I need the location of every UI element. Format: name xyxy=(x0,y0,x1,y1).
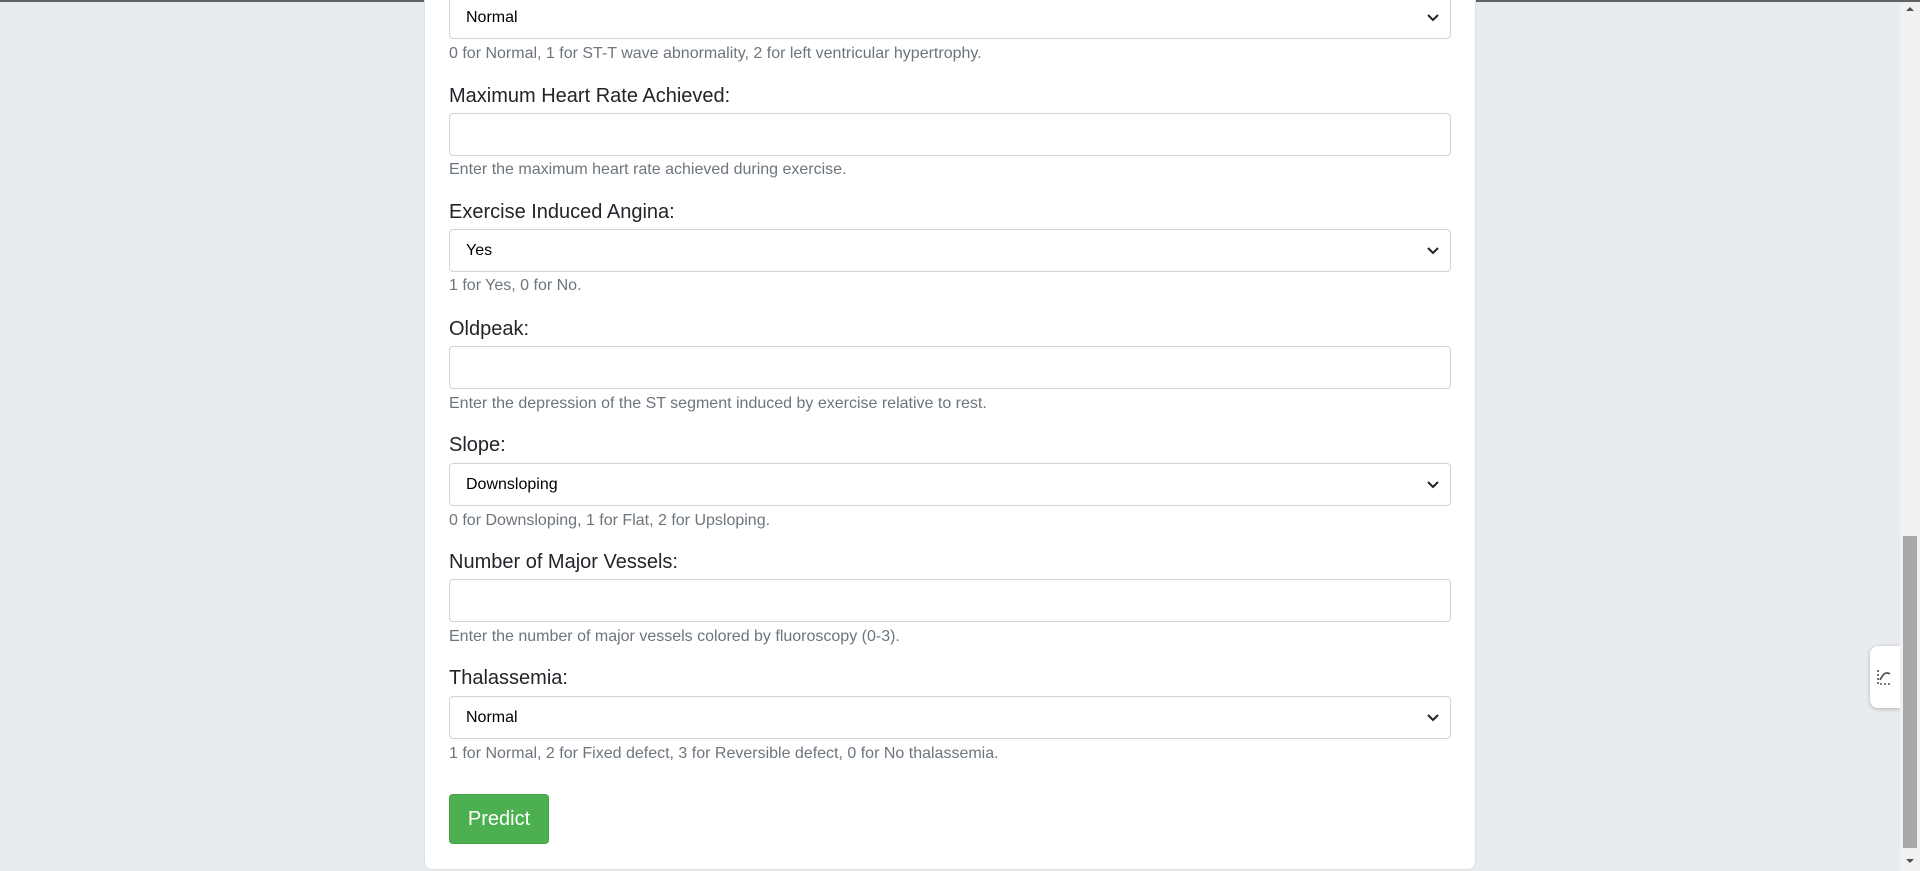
slope-label: Slope: xyxy=(449,434,506,456)
thalach-label: Maximum Heart Rate Achieved: xyxy=(449,85,731,107)
ca-help-text: Enter the number of major vessels colore… xyxy=(449,628,900,645)
exercise-angina-select[interactable]: Yes xyxy=(449,229,1451,272)
slope-select[interactable]: Downsloping xyxy=(449,463,1451,506)
major-vessels-input[interactable] xyxy=(449,579,1451,622)
slope-help-text: 0 for Downsloping, 1 for Flat, 2 for Ups… xyxy=(449,512,771,529)
restecg-selected-value: Normal xyxy=(466,9,518,26)
scrollbar-thumb[interactable] xyxy=(1903,536,1917,848)
thal-label: Thalassemia: xyxy=(449,667,568,689)
exang-selected-value: Yes xyxy=(466,242,493,259)
chevron-down-icon xyxy=(1427,14,1439,22)
oldpeak-help-text: Enter the depression of the ST segment i… xyxy=(449,395,987,412)
sidebar-toggle-icon xyxy=(1877,670,1891,685)
exang-help-text: 1 for Yes, 0 for No. xyxy=(449,277,582,294)
chevron-down-icon xyxy=(1427,481,1439,489)
chevron-down-icon xyxy=(1427,714,1439,722)
slope-selected-value: Downsloping xyxy=(466,476,558,493)
restecg-select[interactable]: Normal xyxy=(449,0,1451,39)
exang-label: Exercise Induced Angina: xyxy=(449,201,675,223)
max-heart-rate-input[interactable] xyxy=(449,113,1451,156)
scroll-up-arrow-icon[interactable] xyxy=(1904,4,1916,14)
predict-button[interactable]: Predict xyxy=(449,794,549,844)
oldpeak-label: Oldpeak: xyxy=(449,318,530,340)
oldpeak-input[interactable] xyxy=(449,346,1451,389)
chevron-down-icon xyxy=(1427,247,1439,255)
thal-selected-value: Normal xyxy=(466,709,518,726)
thalach-help-text: Enter the maximum heart rate achieved du… xyxy=(449,161,847,178)
side-panel-toggle[interactable] xyxy=(1870,646,1900,708)
thalassemia-select[interactable]: Normal xyxy=(449,696,1451,739)
scroll-down-arrow-icon[interactable] xyxy=(1904,856,1916,866)
thal-help-text: 1 for Normal, 2 for Fixed defect, 3 for … xyxy=(449,745,999,762)
ca-label: Number of Major Vessels: xyxy=(449,551,678,573)
restecg-help-text: 0 for Normal, 1 for ST-T wave abnormalit… xyxy=(449,45,982,62)
